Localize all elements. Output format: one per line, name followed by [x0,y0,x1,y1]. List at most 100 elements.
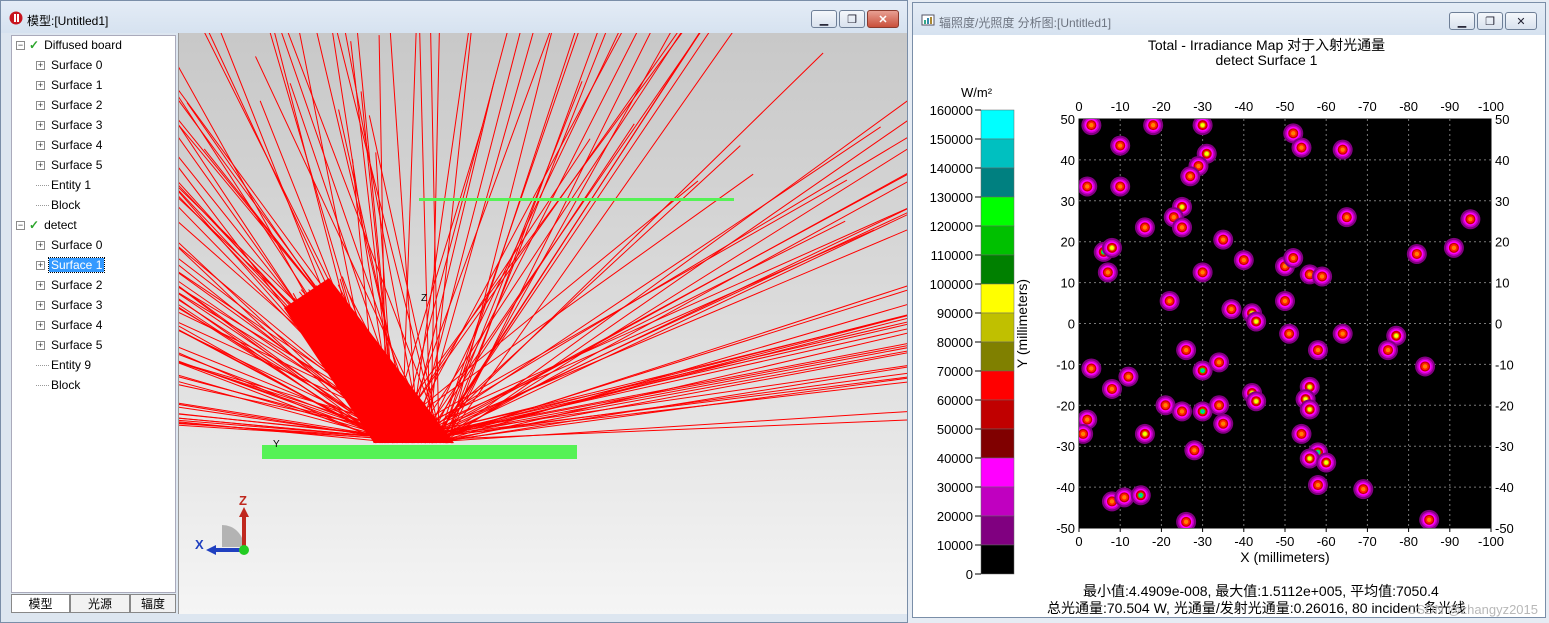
tree-node[interactable]: + Surface 1 [36,76,104,94]
tree-node[interactable]: Block [36,196,82,214]
tab-irradiance[interactable]: 辐度 [130,594,176,613]
x-tick-label-bottom: -60 [1317,534,1336,549]
tree-node[interactable]: − ✓ detect [16,216,79,234]
tree-node[interactable]: − ✓ Diffused board [16,36,124,54]
tab-model[interactable]: 模型 [11,594,70,613]
colorbar-swatch [980,254,1015,285]
colorbar-label: 50000 [937,422,973,437]
irradiance-spot [1443,237,1464,258]
tree-node-label: Surface 5 [51,158,103,172]
colorbar-swatch [980,196,1015,227]
x-tick-label-top: -80 [1399,99,1418,114]
maximize-button[interactable]: ❐ [1477,12,1503,30]
x-tick-label-top: -90 [1440,99,1459,114]
expand-icon[interactable]: + [36,281,45,291]
tree-node-label: Entity 9 [51,358,92,372]
axis-triad-icon [206,507,249,555]
tree-node[interactable]: + Surface 4 [36,136,104,154]
irradiance-spot [1159,291,1180,312]
x-tick-label-top: -70 [1358,99,1377,114]
expand-icon[interactable]: + [36,301,45,311]
colorbar-label: 120000 [930,219,973,234]
tree-node-label: Surface 3 [51,118,103,132]
model-window: 模型:[Untitled1] ▁ ❐ ✕ − ✓ Diffused board + Su… [0,0,908,623]
tree-node-label: Surface 4 [51,318,103,332]
irradiance-spot [1291,137,1312,158]
tree-node[interactable]: + Surface 0 [36,56,104,74]
tree-node[interactable]: + Surface 3 [36,296,104,314]
irradiance-spot [1172,401,1192,422]
expand-icon[interactable]: + [36,161,45,171]
y-tick-label-right: 50 [1495,112,1509,127]
x-tick-label-bottom: -30 [1193,534,1212,549]
expand-icon[interactable]: + [36,61,45,71]
y-tick-label-left: -20 [1056,398,1075,413]
irradiance-spot [1378,340,1398,361]
close-button[interactable]: ✕ [867,10,899,28]
3d-viewport[interactable]: Y Z Z X [178,33,907,614]
expand-icon[interactable]: + [36,101,45,111]
irradiance-spot [1336,207,1357,228]
tree-node[interactable]: + Surface 2 [36,276,104,294]
irradiance-spot [1246,311,1267,332]
y-tick-label-left: 10 [1061,276,1075,291]
y-tick-label-right: -10 [1495,357,1514,372]
tree-node[interactable]: + Surface 4 [36,316,104,334]
expand-icon[interactable]: + [36,121,45,131]
diffuser-board[interactable] [262,445,577,459]
expand-icon[interactable]: + [36,341,45,351]
expand-icon[interactable]: + [36,321,45,331]
close-button[interactable]: ✕ [1505,12,1537,30]
irradiance-spot [1081,358,1102,379]
expand-icon[interactable]: + [36,141,45,151]
tree-node[interactable]: + Surface 0 [36,236,104,254]
irradiance-spot [1079,423,1094,444]
tree-node[interactable]: + Surface 5 [36,336,104,354]
y-tick-label-left: -50 [1056,521,1075,536]
irradiance-spot [1213,229,1234,250]
x-tick-label-bottom: -10 [1111,534,1130,549]
tree-node[interactable]: + Surface 5 [36,156,104,174]
tree-node[interactable]: Entity 9 [36,356,93,374]
irradiance-spot [1316,452,1337,473]
model-window-titlebar[interactable]: 模型:[Untitled1] ▁ ❐ ✕ [1,1,907,33]
x-tick-label-bottom: 0 [1075,534,1082,549]
tab-source[interactable]: 光源 [70,594,130,613]
tree-node-label: Surface 5 [51,338,103,352]
detector-plane[interactable] [419,198,734,201]
colorbar-swatch [980,486,1015,517]
irradiance-spot [1353,479,1374,500]
analysis-window-titlebar[interactable]: 辐照度/光照度 分析图:[Untitled1] ▁ ❐ ✕ [913,3,1545,35]
maximize-button[interactable]: ❐ [839,10,865,28]
z-axis-marker-label: Z [421,293,428,304]
minimize-button[interactable]: ▁ [1449,12,1475,30]
tree-node[interactable]: Block [36,376,82,394]
tree-node[interactable]: + Surface 1 [36,256,106,274]
colorbar-swatch [980,225,1015,256]
y-tick-label-left: -30 [1056,439,1075,454]
colorbar-label: 100000 [930,277,973,292]
watermark: CSDN @zhangyz2015 [1407,602,1538,617]
tree-node[interactable]: Entity 1 [36,176,93,194]
minimize-button[interactable]: ▁ [811,10,837,28]
model-tree[interactable]: − ✓ Diffused board + Surface 0 + Surface 1 + Sur… [11,35,176,593]
collapse-icon[interactable]: − [16,221,25,231]
y-tick-label-right: -50 [1495,521,1514,536]
colorbar-label: 110000 [931,248,973,263]
y-tick-label-left: 30 [1061,194,1075,209]
tree-node[interactable]: + Surface 2 [36,96,104,114]
colorbar-label: 160000 [930,103,973,118]
colorbar-swatch [980,109,1015,140]
expand-icon[interactable]: + [36,261,45,271]
tree-node-label: Surface 4 [51,138,103,152]
axis-label-x: X [195,537,204,552]
colorbar-label: 60000 [937,393,973,408]
expand-icon[interactable]: + [36,241,45,251]
colorbar-label: 70000 [937,364,973,379]
y-tick-label-left: -10 [1056,357,1075,372]
tree-node[interactable]: + Surface 3 [36,116,104,134]
expand-icon[interactable]: + [36,81,45,91]
colorbar-swatch [980,341,1015,372]
collapse-icon[interactable]: − [16,41,25,51]
colorbar-swatch [980,312,1015,343]
